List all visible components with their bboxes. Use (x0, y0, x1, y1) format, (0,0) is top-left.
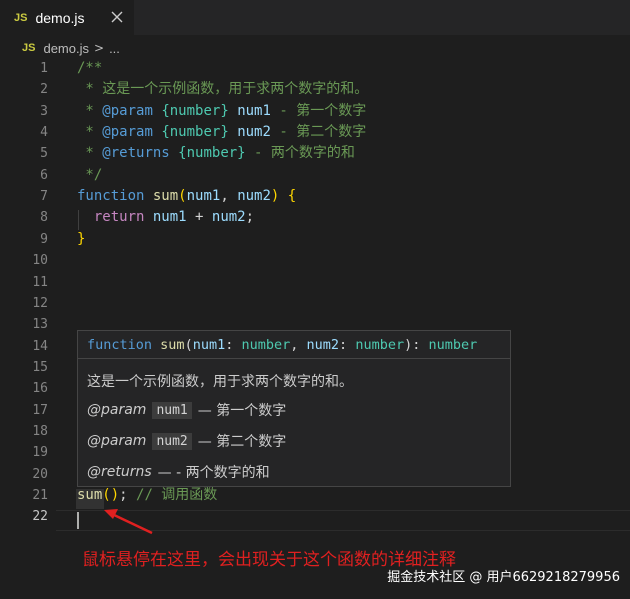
annotation-arrow-icon (104, 509, 153, 535)
watermark: 掘金技术社区 @ 用户6629218279956 (387, 570, 620, 585)
